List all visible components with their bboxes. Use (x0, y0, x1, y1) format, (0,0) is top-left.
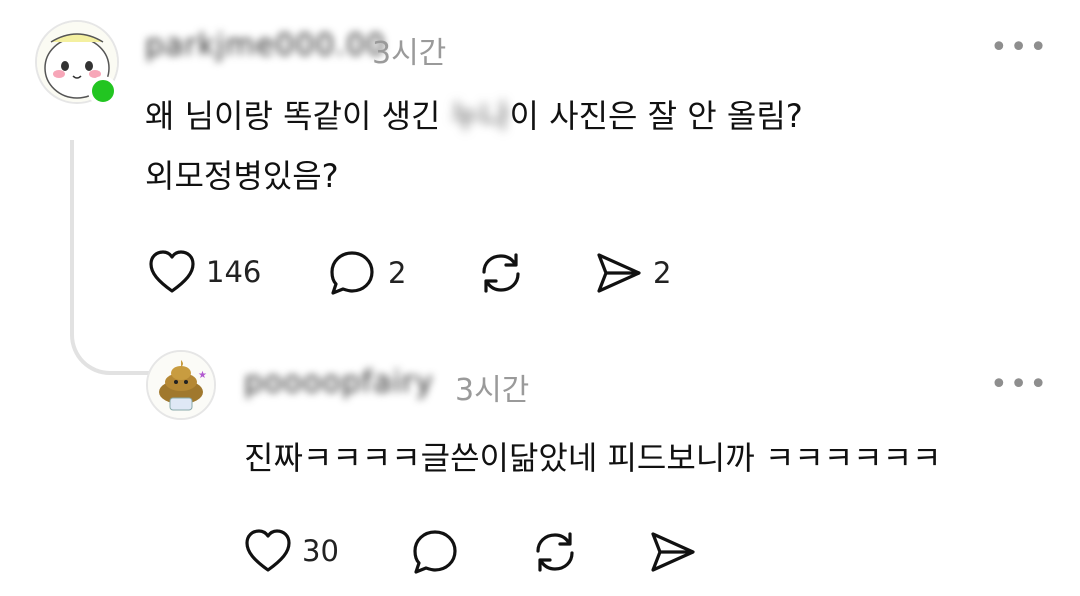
reply-like-button[interactable]: 30 (244, 528, 339, 574)
reply-text: 진짜ㅋㅋㅋㅋ글쓴이닮았네 피드보니까 ㅋㅋㅋㅋㅋㅋ (244, 439, 942, 477)
comment-icon (330, 251, 374, 295)
post-timestamp: 3시간 (372, 36, 447, 71)
send-icon (651, 532, 695, 572)
post-comment-button[interactable]: 2 (328, 248, 406, 298)
post-share-count: 2 (653, 256, 672, 290)
post-like-count: 146 (206, 255, 262, 289)
post-like-button[interactable]: 146 (148, 249, 261, 295)
post-text-part-2: 이 사진은 잘 안 올림? (509, 97, 803, 135)
repost-icon (482, 253, 520, 293)
reply-comment-button[interactable] (411, 527, 461, 577)
reply-timestamp: 3시간 (455, 373, 530, 408)
svg-text:★: ★ (198, 370, 207, 381)
reply-share-button[interactable] (649, 529, 697, 575)
post-text-part-1: 왜 님이랑 똑같이 생긴 (145, 97, 441, 135)
reply-username[interactable]: poooopfairy (244, 365, 434, 400)
reply-more-options-button[interactable]: ••• (990, 367, 1049, 402)
post-more-options-button[interactable]: ••• (990, 30, 1049, 65)
post-text-blurred: 누나 (450, 97, 510, 135)
poop-fairy-avatar-icon: ★ (148, 352, 214, 418)
post-repost-button[interactable] (476, 248, 526, 298)
post-username[interactable]: parkjme000.00 (145, 28, 386, 63)
post-share-button[interactable]: 2 (595, 250, 671, 296)
post-comment-count: 2 (388, 256, 407, 290)
post-text-line-2: 외모정병있음? (145, 157, 339, 195)
post-text-line-1: 왜 님이랑 똑같이 생긴 누나이 사진은 잘 안 올림? (145, 100, 803, 132)
reply-avatar[interactable]: ★ (146, 350, 216, 420)
comment-icon (413, 530, 457, 574)
reply-repost-button[interactable] (530, 527, 580, 577)
send-icon (597, 253, 641, 293)
heart-icon (245, 529, 291, 572)
repost-icon (536, 532, 574, 572)
online-status-dot (88, 76, 118, 106)
heart-icon (149, 250, 195, 293)
reply-like-count: 30 (302, 534, 339, 568)
thread-connector-line (70, 140, 150, 375)
